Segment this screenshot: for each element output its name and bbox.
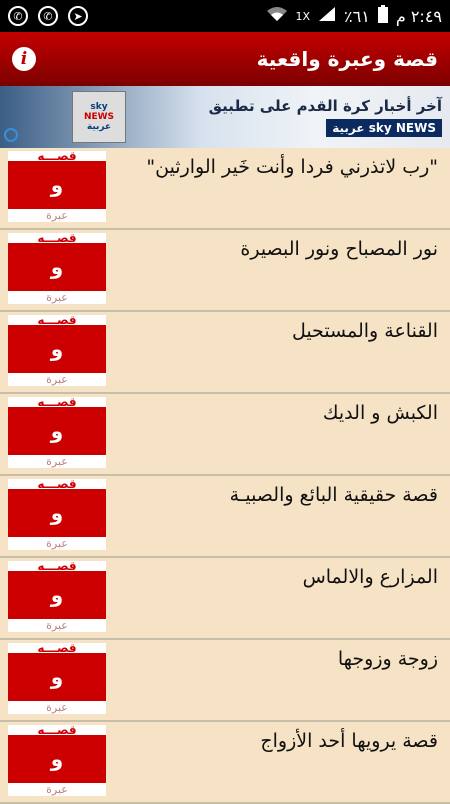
banner-text: آخر أخبار كرة القدم على تطبيق sky NEWS ع… [209,97,450,137]
thumb-mid: و [8,325,106,373]
app-bar: i قصة وعبرة واقعية [0,32,450,86]
story-title: الكبش و الديك [322,402,438,424]
logo-mid: NEWS [83,112,115,122]
thumb-top: قصـــه [37,233,77,245]
whatsapp-icon: ✆ [38,6,58,26]
logo-bottom: عربية [86,122,112,132]
thumb-bottom: عبرة [46,209,68,222]
story-title: المزارع والالماس [302,566,438,588]
story-thumbnail: قصـــه و عبرة [8,397,106,468]
clock: ٢:٤٩ م [395,6,442,26]
story-thumbnail: قصـــه و عبرة [8,151,106,222]
sky-news-logo: sky NEWS عربية [72,91,126,143]
story-thumbnail: قصـــه و عبرة [8,233,106,304]
thumb-top: قصـــه [37,397,77,409]
thumb-bottom: عبرة [46,455,68,468]
story-thumbnail: قصـــه و عبرة [8,643,106,714]
story-thumbnail: قصـــه و عبرة [8,725,106,796]
list-item[interactable]: قصـــه و عبرة "رب لاتذرني فردا وأنت خَير… [0,148,450,230]
thumb-top: قصـــه [37,561,77,573]
story-thumbnail: قصـــه و عبرة [8,315,106,386]
list-item[interactable]: قصـــه و عبرة القناعة والمستحيل [0,312,450,394]
thumb-bottom: عبرة [46,783,68,796]
story-title: "رب لاتذرني فردا وأنت خَير الوارثين" [146,156,438,178]
thumb-top: قصـــه [37,479,77,491]
thumb-top: قصـــه [37,151,77,163]
list-item[interactable]: قصـــه و عبرة نور المصباح ونور البصيرة [0,230,450,312]
thumb-bottom: عبرة [46,537,68,550]
app-title: قصة وعبرة واقعية [256,47,438,71]
thumb-top: قصـــه [37,725,77,737]
list-item[interactable]: قصـــه و عبرة المزارع والالماس [0,558,450,640]
battery-icon [377,5,388,27]
battery-text: ٪٦١ [344,6,370,26]
status-bar: ✆ ✆ ➤ 1X ٪٦١ ٢:٤٩ م [0,0,450,32]
story-title: قصة يرويها أحد الأزواج [260,730,438,752]
signal-icon [318,6,336,26]
list-item[interactable]: قصـــه و عبرة قصة حقيقية البائع والصبيـة [0,476,450,558]
thumb-mid: و [8,653,106,701]
thumb-mid: و [8,571,106,619]
thumb-mid: و [8,243,106,291]
thumb-bottom: عبرة [46,291,68,304]
list-item[interactable]: قصـــه و عبرة قصة يرويها أحد الأزواج [0,722,450,804]
whatsapp-icon: ✆ [8,6,28,26]
info-icon[interactable]: i [12,47,36,71]
adchoices-icon[interactable] [4,128,18,142]
network-type: 1X [295,9,311,23]
story-title: نور المصباح ونور البصيرة [240,238,438,260]
banner-headline: آخر أخبار كرة القدم على تطبيق [208,97,442,115]
story-title: القناعة والمستحيل [291,320,438,342]
thumb-mid: و [8,489,106,537]
logo-top: sky [90,102,108,112]
notification-icons: ✆ ✆ ➤ [8,6,88,26]
story-list: قصـــه و عبرة "رب لاتذرني فردا وأنت خَير… [0,148,450,804]
thumb-bottom: عبرة [46,373,68,386]
list-item[interactable]: قصـــه و عبرة زوجة وزوجها [0,640,450,722]
story-title: زوجة وزوجها [337,648,438,670]
story-thumbnail: قصـــه و عبرة [8,561,106,632]
thumb-top: قصـــه [37,315,77,327]
thumb-mid: و [8,735,106,783]
thumb-top: قصـــه [37,643,77,655]
thumb-bottom: عبرة [46,701,68,714]
thumb-bottom: عبرة [46,619,68,632]
ad-banner[interactable]: sky NEWS عربية آخر أخبار كرة القدم على ت… [0,86,450,148]
system-icons: 1X ٪٦١ ٢:٤٩ م [266,5,442,27]
telegram-icon: ➤ [68,6,88,26]
thumb-mid: و [8,161,106,209]
list-item[interactable]: قصـــه و عبرة الكبش و الديك [0,394,450,476]
story-thumbnail: قصـــه و عبرة [8,479,106,550]
thumb-mid: و [8,407,106,455]
banner-brand: sky NEWS عربية [326,119,442,137]
story-title: قصة حقيقية البائع والصبيـة [229,484,438,506]
wifi-icon [266,6,288,26]
